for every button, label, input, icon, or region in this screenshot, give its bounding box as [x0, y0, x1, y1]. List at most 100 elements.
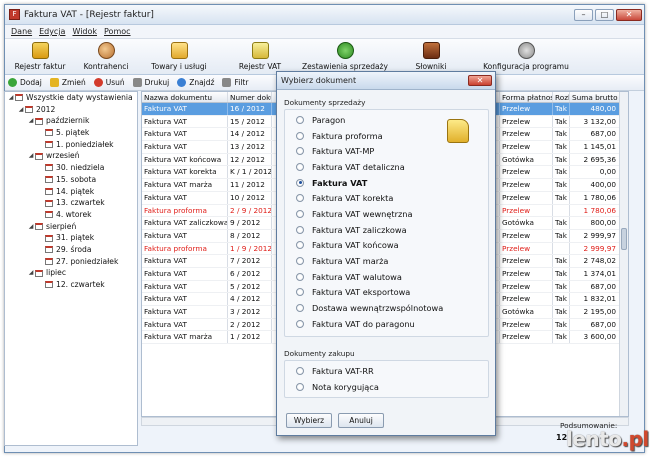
tree-item[interactable]: 5. piątek	[5, 127, 137, 139]
tree-item[interactable]: 27. poniedziałek	[5, 256, 137, 268]
toolbar-towary[interactable]: Towary i usługi	[137, 39, 221, 74]
radio-button[interactable]	[296, 272, 304, 281]
tree-item[interactable]: ◢ lipiec	[5, 267, 137, 279]
radio-button[interactable]	[296, 178, 304, 187]
toolbar-zestawienia[interactable]: Zestawienia sprzedaży	[299, 39, 391, 74]
vertical-scrollbar[interactable]	[619, 92, 628, 416]
tree-item[interactable]: 14. piątek	[5, 186, 137, 198]
cell-name: Faktura VAT	[142, 141, 228, 153]
edit-button[interactable]: Zmień	[49, 78, 86, 87]
minimize-button[interactable]: –	[574, 8, 593, 21]
radio-button[interactable]	[296, 304, 304, 313]
tree-item[interactable]: ◢ październik	[5, 115, 137, 127]
tree-item[interactable]: ◢ 2012	[5, 104, 137, 116]
toolbar-slowniki[interactable]: Słowniki	[391, 39, 471, 74]
calendar-icon	[35, 222, 43, 230]
cell-number: 3 / 2012	[228, 306, 272, 318]
radio-button[interactable]	[296, 147, 304, 156]
cell-sum: 2 999,97	[570, 242, 620, 255]
expander-icon[interactable]: ◢	[27, 267, 35, 279]
document-option[interactable]: Faktura VAT	[285, 175, 488, 191]
menu-dane[interactable]: Dane	[11, 27, 32, 36]
tree-item-label: 31. piątek	[56, 233, 95, 243]
toolbar-konfiguracja[interactable]: Konfiguracja programu	[471, 39, 581, 74]
tree-item-label: 30. niedziela	[56, 163, 105, 173]
watermark-text: lento	[566, 427, 622, 451]
tree-item[interactable]: ◢ Wszystkie daty wystawienia	[5, 92, 137, 104]
document-icon	[251, 42, 269, 59]
radio-button[interactable]	[296, 225, 304, 234]
option-label: Dostawa wewnątrzwspólnotowa	[312, 303, 444, 314]
radio-button[interactable]	[296, 383, 304, 391]
cell-sum: 1 780,06	[570, 204, 620, 217]
add-button[interactable]: Dodaj	[8, 78, 42, 87]
tree-item[interactable]: 13. czwartek	[5, 197, 137, 209]
tree-item[interactable]: 1. poniedziałek	[5, 139, 137, 151]
radio-button[interactable]	[296, 115, 304, 124]
tree-item[interactable]: 12. czwartek	[5, 279, 137, 291]
scroll-thumb[interactable]	[621, 228, 627, 250]
choose-button[interactable]: Wybierz	[286, 413, 332, 428]
document-option[interactable]: Faktura VAT walutowa	[285, 269, 488, 285]
cell-settled	[553, 242, 570, 255]
menu-edycja[interactable]: Edycja	[39, 27, 65, 36]
tree-item[interactable]: 30. niedziela	[5, 162, 137, 174]
radio-button[interactable]	[296, 319, 304, 328]
document-option[interactable]: Faktura VAT detaliczna	[285, 159, 488, 175]
tree-item[interactable]: 29. środa	[5, 244, 137, 256]
find-label: Znajdź	[189, 78, 215, 87]
expander-icon[interactable]: ◢	[27, 115, 35, 127]
expander-icon[interactable]: ◢	[7, 92, 15, 104]
document-option[interactable]: Nota korygująca	[285, 379, 488, 395]
radio-button[interactable]	[296, 194, 304, 203]
menu-bar: Dane Edycja Widok Pomoc	[5, 25, 644, 39]
tree-item[interactable]: 4. wtorek	[5, 209, 137, 221]
expander-icon[interactable]: ◢	[17, 104, 25, 116]
menu-widok[interactable]: Widok	[72, 27, 97, 36]
document-option[interactable]: Faktura VAT marża	[285, 253, 488, 269]
tree-item[interactable]: ◢ wrzesień	[5, 150, 137, 162]
toolbar-rejestr-faktur[interactable]: Rejestr faktur	[5, 39, 75, 74]
radio-button[interactable]	[296, 288, 304, 297]
cell-settled: Tak	[553, 153, 570, 166]
calendar-icon	[35, 117, 43, 125]
document-option[interactable]: Faktura VAT do paragonu	[285, 316, 488, 332]
maximize-button[interactable]: □	[595, 8, 614, 21]
close-window-button[interactable]: ✕	[616, 8, 642, 21]
menu-pomoc[interactable]: Pomoc	[104, 27, 131, 36]
cell-number: 15 / 2012	[228, 115, 272, 128]
expander-icon[interactable]: ◢	[27, 150, 35, 162]
filter-button[interactable]: Filtr	[222, 78, 248, 87]
document-option[interactable]: Dostawa wewnątrzwspólnotowa	[285, 300, 488, 316]
document-option[interactable]: Faktura VAT wewnętrzna	[285, 206, 488, 222]
tree-item[interactable]: 31. piątek	[5, 232, 137, 244]
contacts-icon	[97, 42, 115, 59]
radio-button[interactable]	[296, 162, 304, 171]
delete-label: Usuń	[105, 78, 125, 87]
find-button[interactable]: Znajdź	[177, 78, 214, 87]
dialog-close-button[interactable]: ✕	[468, 75, 492, 86]
radio-button[interactable]	[296, 241, 304, 250]
document-option[interactable]: Faktura VAT-MP	[285, 143, 488, 159]
delete-button[interactable]: Usuń	[93, 78, 125, 87]
print-button[interactable]: Drukuj	[132, 78, 169, 87]
cancel-button[interactable]: Anuluj	[338, 413, 384, 428]
document-option[interactable]: Faktura VAT korekta	[285, 190, 488, 206]
document-option[interactable]: Faktura VAT-RR	[285, 363, 488, 379]
purchase-group-label: Dokumenty zakupu	[284, 349, 355, 358]
document-option[interactable]: Faktura VAT eksportowa	[285, 285, 488, 301]
toolbar-kontrahenci[interactable]: Kontrahenci	[75, 39, 137, 74]
radio-button[interactable]	[296, 367, 304, 375]
document-option[interactable]: Faktura VAT końcowa	[285, 238, 488, 254]
radio-button[interactable]	[296, 131, 304, 140]
toolbar-rejestr-vat[interactable]: Rejestr VAT	[221, 39, 299, 74]
tree-item-label: październik	[46, 116, 90, 126]
tree-item[interactable]: ◢ sierpień	[5, 221, 137, 233]
cell-name: Faktura VAT	[142, 115, 228, 128]
document-option[interactable]: Faktura VAT zaliczkowa	[285, 222, 488, 238]
radio-button[interactable]	[296, 209, 304, 218]
option-label: Faktura VAT-RR	[312, 366, 374, 376]
expander-icon[interactable]: ◢	[27, 221, 35, 233]
radio-button[interactable]	[296, 257, 304, 266]
tree-item[interactable]: 15. sobota	[5, 174, 137, 186]
